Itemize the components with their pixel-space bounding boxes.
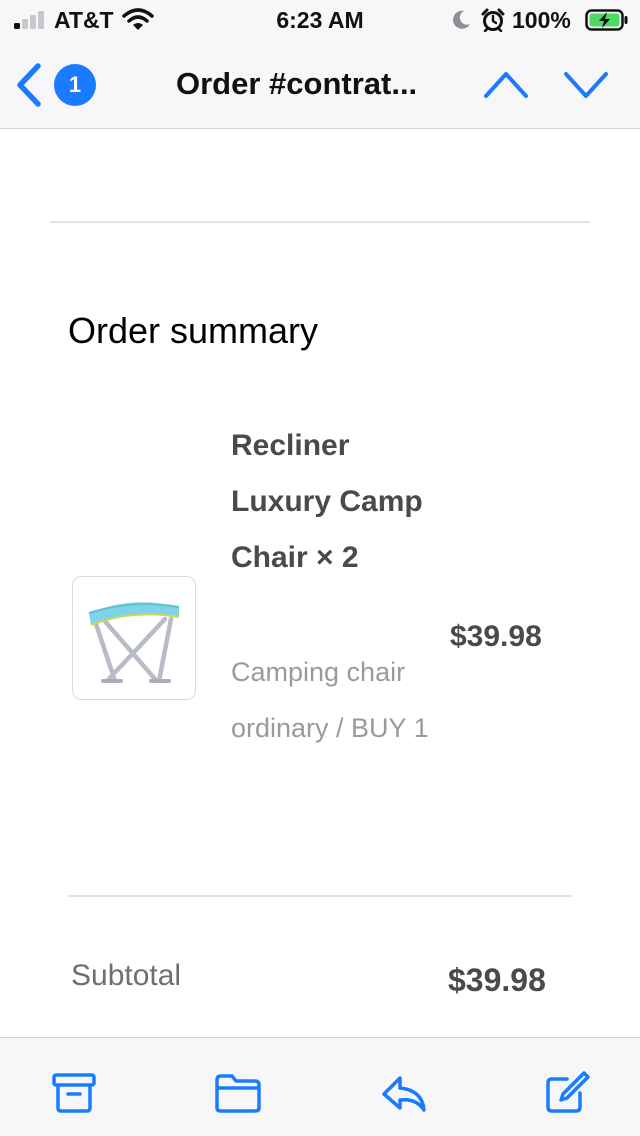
folder-icon[interactable] [214, 1070, 262, 1116]
reply-icon[interactable] [380, 1070, 428, 1116]
camp-stool-icon [88, 602, 180, 684]
product-price: $39.98 [450, 620, 542, 653]
status-bar: AT&T 6:23 AM 100% [0, 0, 640, 40]
back-button[interactable]: 1 [14, 56, 104, 112]
subtotal-value: $39.98 [448, 962, 546, 998]
back-chevron-icon [17, 63, 41, 107]
subtotal-label: Subtotal [71, 959, 182, 992]
mail-screen: AT&T 6:23 AM 100% 1 Order #contrat... Or… [0, 0, 640, 1136]
previous-message-icon[interactable] [480, 60, 532, 108]
message-title: Order #contrat... [176, 66, 418, 101]
divider [50, 221, 590, 223]
moon-icon [453, 10, 470, 29]
email-body[interactable]: Order summary Recliner Luxury Camp Chair… [0, 130, 640, 1037]
battery-charging-icon [585, 9, 628, 31]
compose-icon[interactable] [543, 1070, 591, 1116]
alarm-icon [481, 8, 505, 32]
archive-icon[interactable] [50, 1070, 98, 1116]
divider [68, 895, 572, 897]
navigation-bar: 1 Order #contrat... [0, 40, 640, 129]
unread-count-badge: 1 [54, 64, 96, 106]
order-summary-heading: Order summary [68, 310, 319, 351]
bottom-toolbar [0, 1037, 640, 1136]
next-message-icon[interactable] [560, 60, 612, 108]
product-image [72, 576, 196, 700]
battery-percent: 100% [512, 7, 571, 33]
product-name: Recliner Luxury Camp Chair × 2 [231, 429, 423, 574]
product-variant: Camping chair ordinary / BUY 1 [231, 657, 429, 743]
